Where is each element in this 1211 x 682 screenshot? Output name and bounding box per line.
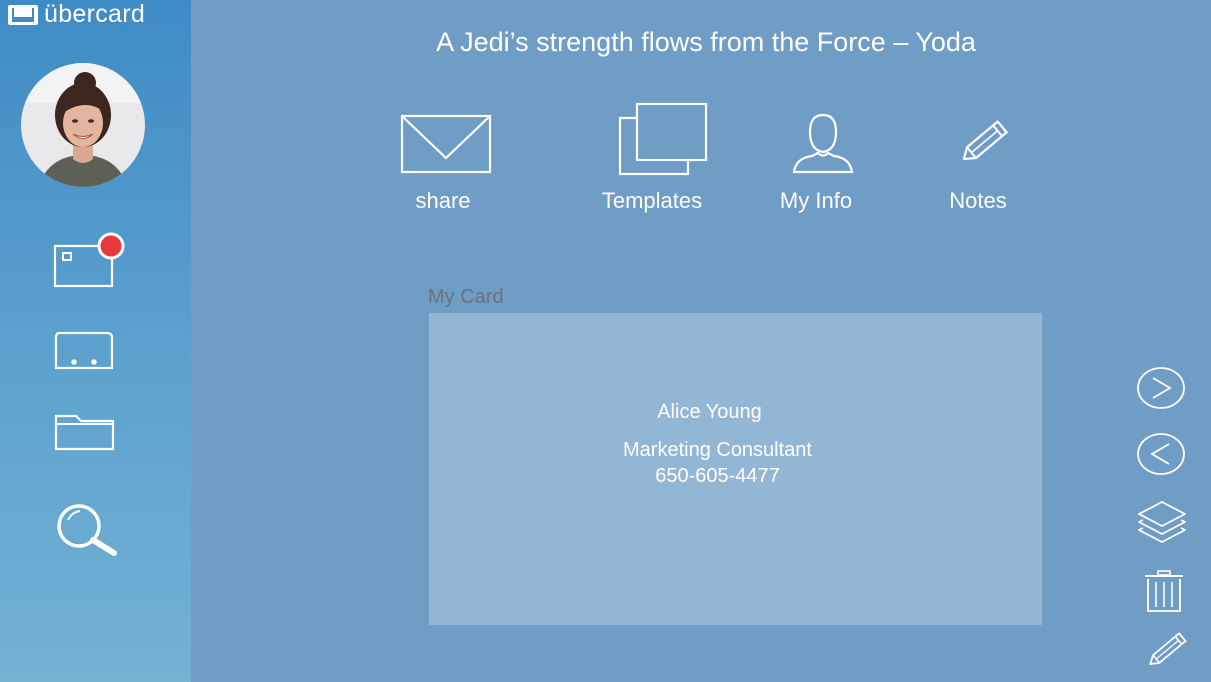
card-holder-icon (54, 331, 114, 370)
sidebar-item-folder[interactable] (54, 414, 116, 452)
quote-header: A Jedi’s strength flows from the Force –… (436, 27, 976, 57)
card-name: Alice Young (657, 401, 762, 423)
sidebar-item-search[interactable] (55, 503, 119, 557)
edit-button[interactable] (1142, 628, 1192, 672)
search-icon (57, 504, 117, 556)
templates-label: Templates (601, 188, 703, 213)
next-button[interactable] (1136, 366, 1186, 410)
share-button[interactable]: share (400, 100, 492, 220)
my-info-label: My Info (779, 188, 853, 213)
layers-icon (1138, 501, 1186, 543)
templates-button[interactable]: Templates (597, 100, 709, 220)
sidebar: übercard (0, 0, 191, 682)
notification-badge (97, 232, 125, 260)
my-info-button[interactable]: My Info (776, 100, 856, 220)
notes-button[interactable]: Notes (946, 100, 1018, 220)
previous-button[interactable] (1136, 432, 1186, 476)
sidebar-item-card-holder[interactable] (53, 331, 115, 371)
person-icon (792, 113, 854, 174)
edit-pencil-icon (1149, 632, 1187, 666)
next-icon (1137, 367, 1185, 409)
folder-icon (54, 414, 115, 451)
envelope-icon (400, 114, 492, 174)
delete-button[interactable] (1143, 569, 1185, 613)
templates-icon (618, 102, 708, 176)
pencil-icon (962, 120, 1008, 161)
layers-button[interactable] (1137, 500, 1187, 548)
previous-icon (1137, 433, 1185, 475)
app-name: übercard (44, 0, 146, 28)
notes-label: Notes (949, 188, 1007, 213)
sidebar-item-inbox[interactable] (53, 232, 127, 290)
app-logo[interactable]: übercard (7, 1, 145, 27)
ubercard-logo-icon (8, 5, 38, 25)
avatar[interactable] (21, 63, 145, 187)
trash-icon (1145, 570, 1183, 612)
card-caption: My Card (428, 286, 504, 308)
business-card[interactable]: Alice Young Marketing Consultant 650-605… (429, 313, 1042, 625)
share-label: share (415, 188, 471, 213)
card-phone: 650-605-4477 (655, 465, 780, 487)
card-job-title: Marketing Consultant (623, 439, 812, 461)
